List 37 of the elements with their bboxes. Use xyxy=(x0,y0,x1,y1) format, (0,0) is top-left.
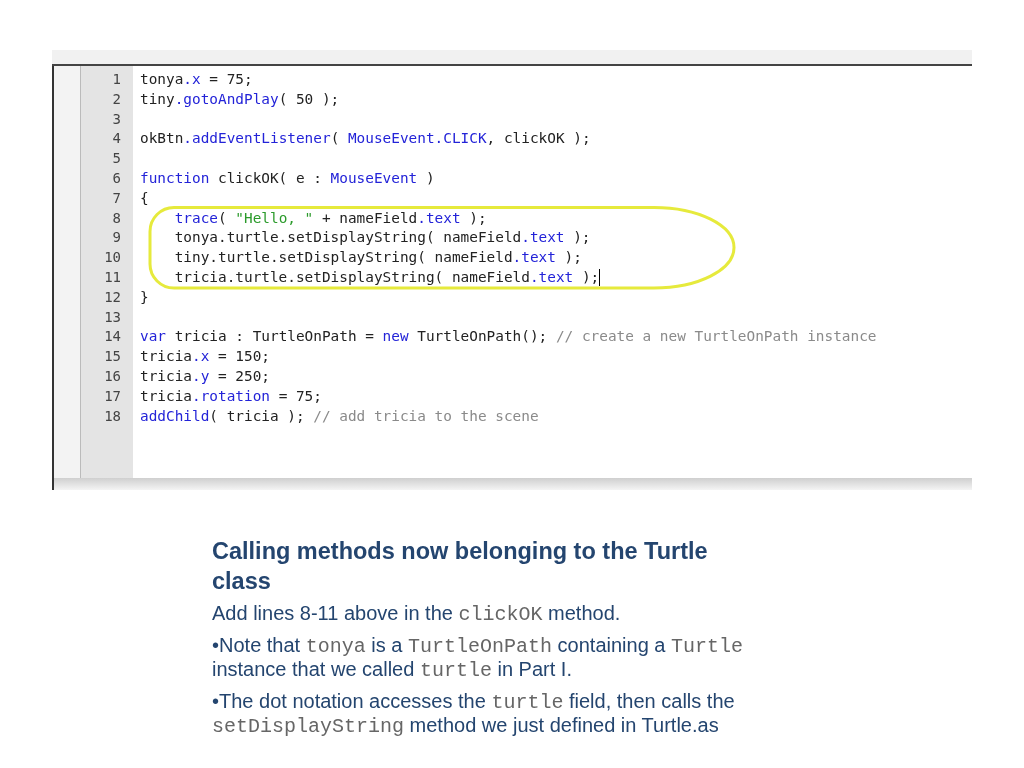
line-number: 7 xyxy=(111,188,122,208)
line-number: 2 xyxy=(111,89,122,109)
line-number: 5 xyxy=(111,149,122,169)
line-number: 1 xyxy=(111,70,122,89)
line-number: 9 xyxy=(111,228,122,248)
line-number: 10 xyxy=(103,248,122,268)
code-line: tricia.rotation = 75; xyxy=(140,386,322,406)
line-number: 3 xyxy=(111,109,122,129)
code-line: var tricia : TurtleOnPath = new TurtleOnPath(); // create a new TurtleOnPath instance xyxy=(140,327,877,347)
code-line: tricia.y = 250; xyxy=(140,366,270,386)
line-number: 12 xyxy=(103,287,122,307)
body-paragraph: Add lines 8-11 above in the clickOK method. xyxy=(212,602,622,626)
line-number: 15 xyxy=(103,347,122,367)
slide-heading: Calling methods now belonging to the Turtle class xyxy=(212,537,709,596)
code-line: tricia.turtle.setDisplayString( nameField.text ); xyxy=(173,267,600,287)
code-line: tonya.x = 75; xyxy=(140,70,253,89)
line-number: 18 xyxy=(103,406,122,426)
line-number: 6 xyxy=(111,169,122,188)
code-line: tonya.turtle.setDisplayString( nameField.text ); xyxy=(173,228,591,248)
code-line: function clickOK( e : MouseEvent ) xyxy=(140,169,435,188)
code-line: addChild( tricia ); // add tricia to the scene xyxy=(140,406,539,426)
line-number: 8 xyxy=(111,208,122,228)
line-number: 16 xyxy=(103,366,122,386)
code-line: tiny.turtle.setDisplayString( nameField.text ); xyxy=(173,248,582,268)
line-number: 4 xyxy=(111,129,122,149)
code-line: { xyxy=(140,188,149,208)
code-line: okBtn.addEventListener( MouseEvent.CLICK, clickOK ); xyxy=(140,129,591,149)
body-paragraph: •Note that tonya is a TurtleOnPath containing a Turtle instance that we called turtle in Part I. xyxy=(212,634,745,682)
code-line: } xyxy=(140,287,149,307)
code-line: trace( "Hello, " + nameField.text ); xyxy=(173,208,487,228)
line-number: 17 xyxy=(103,386,122,406)
line-number: 14 xyxy=(103,327,122,347)
line-number: 11 xyxy=(103,267,122,287)
body-paragraph: •The dot notation accesses the turtle field, then calls the setDisplayString method we just defined in Turtle.as xyxy=(212,690,736,738)
code-line: tiny.gotoAndPlay( 50 ); xyxy=(140,89,340,109)
code-line: tricia.x = 150; xyxy=(140,347,270,367)
line-number: 13 xyxy=(103,307,122,327)
